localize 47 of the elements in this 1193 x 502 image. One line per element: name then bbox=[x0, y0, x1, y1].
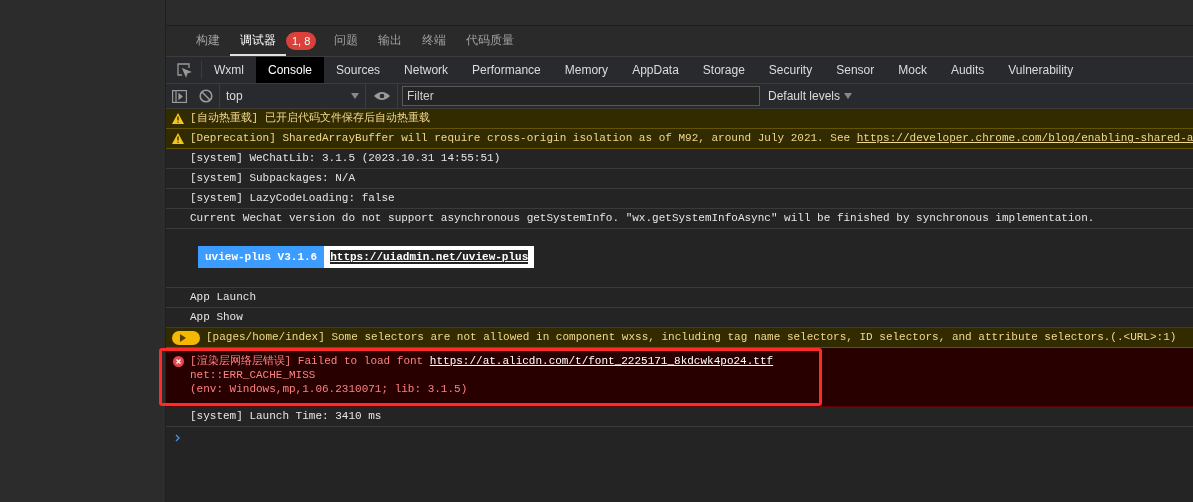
link[interactable]: https://developer.chrome.com/blog/enabling-shared-a bbox=[856, 132, 1193, 145]
console-message: [Deprecation] SharedArrayBuffer will require cross-origin isolation as of M92, around July 2021. See bbox=[190, 132, 852, 145]
console-message: net::ERR_CACHE_MISS bbox=[190, 368, 317, 382]
devtools-tab[interactable]: Console bbox=[256, 57, 325, 83]
devtools-tab[interactable]: Audits bbox=[938, 57, 997, 83]
version-badge: uview-plus V3.1.6 bbox=[198, 246, 325, 268]
caret-icon bbox=[351, 93, 359, 99]
devtools-tab[interactable]: Sensor bbox=[824, 57, 887, 83]
devtools-tab[interactable]: Wxml bbox=[202, 57, 256, 83]
warning-icon bbox=[172, 133, 184, 144]
console-message: [system] WeChatLib: 3.1.5 (2023.10.31 14:55:51) bbox=[190, 151, 501, 167]
filter-field[interactable]: Filter bbox=[402, 86, 760, 106]
console-message: [system] LazyCodeLoading: false bbox=[190, 191, 395, 207]
console-message: [pages/home/index] Some selectors are not allowed in component wxss, including tag name selectors, ID selectors, and attribute selectors.(.<URL>:1) bbox=[206, 331, 1177, 344]
panel-tab[interactable]: 输出 bbox=[368, 26, 413, 56]
panel-tab[interactable]: 终端 bbox=[412, 26, 457, 56]
console-message: [system] Subpackages: N/A bbox=[190, 171, 356, 187]
devtools-tab[interactable]: Vulnerability bbox=[996, 57, 1086, 83]
devtools-tab[interactable]: Mock bbox=[886, 57, 939, 83]
warning-icon bbox=[172, 113, 184, 124]
console-message: (env: Windows,mp,1.06.2310071; lib: 3.1.5) bbox=[190, 382, 469, 396]
devtools-tab[interactable]: Network bbox=[392, 57, 461, 83]
console-message: Current Wechat version do not support asynchronous getSystemInfo. "wx.getSystemInfoAsync" will be finished by synchronous implementation. bbox=[190, 211, 1095, 227]
caret-icon bbox=[844, 93, 853, 99]
console-message: [自动热重载] 已开启代码文件保存后自动热重载 bbox=[190, 112, 430, 125]
panel-tab[interactable]: 问题 bbox=[324, 26, 369, 56]
panel-tab[interactable]: 代码质量 bbox=[456, 26, 525, 56]
console-message: [渲染层网络层错误] Failed to load font bbox=[190, 355, 425, 367]
link[interactable]: https://at.alicdn.com/t/font_2225171_8kdcwk4po24.ttf bbox=[429, 355, 774, 367]
group-toggle-icon[interactable] bbox=[172, 330, 200, 345]
link[interactable]: https://uiadmin.net/uview-plus bbox=[330, 250, 529, 264]
console-message: [system] Launch Time: 3410 ms bbox=[190, 409, 382, 425]
inspect-icon[interactable] bbox=[175, 62, 192, 78]
devtools-tab[interactable]: Storage bbox=[690, 57, 757, 83]
devtools-tab[interactable]: AppData bbox=[620, 57, 691, 83]
console-message: App Launch bbox=[190, 290, 256, 306]
count-badge: 1, 8 bbox=[286, 32, 317, 50]
panel-tab[interactable]: 构建 bbox=[186, 26, 230, 56]
levels-dropdown[interactable]: Default levels bbox=[768, 87, 853, 105]
context-dropdown[interactable]: top bbox=[220, 84, 366, 108]
devtools-tab[interactable]: Security bbox=[756, 57, 825, 83]
devtools-tab[interactable]: Sources bbox=[324, 57, 393, 83]
devtools-tab[interactable]: Memory bbox=[552, 57, 621, 83]
devtools-tab[interactable]: Performance bbox=[460, 57, 553, 83]
error-icon bbox=[172, 356, 184, 367]
prompt-icon bbox=[175, 434, 181, 442]
console-message: App Show bbox=[190, 310, 243, 326]
